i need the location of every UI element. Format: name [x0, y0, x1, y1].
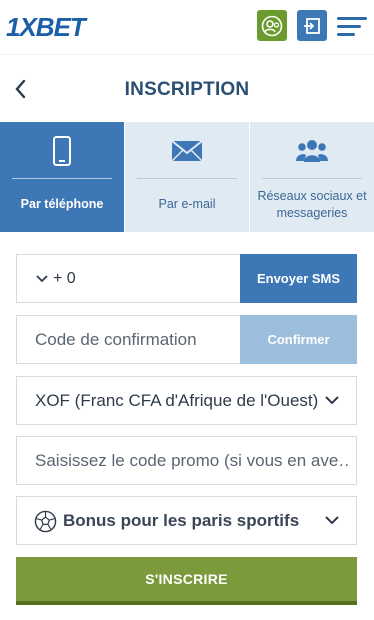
- country-code-select[interactable]: + 0: [35, 270, 76, 288]
- tab-social[interactable]: Réseaux sociaux et messageries: [249, 122, 374, 232]
- login-icon: [304, 17, 320, 34]
- soccer-ball-icon: [34, 510, 57, 533]
- account-icon: [261, 15, 283, 36]
- confirmation-code-field[interactable]: Code de confirmation Confirmer: [16, 315, 357, 364]
- confirm-button[interactable]: Confirmer: [240, 315, 357, 364]
- title-bar: INSCRIPTION: [0, 54, 374, 122]
- bonus-select[interactable]: Bonus pour les paris sportifs: [16, 496, 357, 545]
- confirmation-code-input[interactable]: Code de confirmation: [35, 330, 235, 350]
- chevron-down-icon: [325, 516, 339, 525]
- promo-code-input[interactable]: Saisissez le code promo (si vous en ave…: [35, 451, 350, 471]
- currency-value: XOF (Franc CFA d'Afrique de l'Ouest): [35, 391, 319, 410]
- send-sms-button[interactable]: Envoyer SMS: [240, 254, 357, 303]
- tab-email[interactable]: Par e-mail: [124, 122, 249, 232]
- bonus-value: Bonus pour les paris sportifs: [63, 511, 300, 530]
- tab-label: Par e-mail: [158, 197, 216, 211]
- register-button[interactable]: S'INSCRIRE: [16, 557, 357, 605]
- chevron-down-icon: [325, 396, 339, 405]
- hamburger-menu-icon[interactable]: [337, 17, 367, 37]
- phone-icon: [53, 136, 71, 166]
- currency-select[interactable]: XOF (Franc CFA d'Afrique de l'Ouest): [16, 376, 357, 425]
- top-bar: 1XBET: [0, 0, 374, 54]
- registration-tabs: Par téléphone Par e-mail Réseaux sociaux: [0, 122, 374, 232]
- login-button[interactable]: [297, 10, 327, 41]
- tab-label: Par téléphone: [20, 197, 104, 211]
- phone-field[interactable]: + 0 Envoyer SMS: [16, 254, 357, 303]
- phone-prefix: + 0: [53, 270, 76, 287]
- envelope-icon: [171, 140, 203, 162]
- chevron-down-icon: [36, 275, 48, 283]
- tab-phone[interactable]: Par téléphone: [0, 122, 124, 232]
- page-title: INSCRIPTION: [124, 79, 250, 100]
- promo-code-field[interactable]: Saisissez le code promo (si vous en ave…: [16, 436, 357, 485]
- logo[interactable]: 1XBET: [6, 12, 86, 43]
- users-icon: [296, 140, 328, 162]
- tab-label: Réseaux sociaux et messageries: [257, 189, 367, 220]
- account-button[interactable]: [257, 10, 287, 41]
